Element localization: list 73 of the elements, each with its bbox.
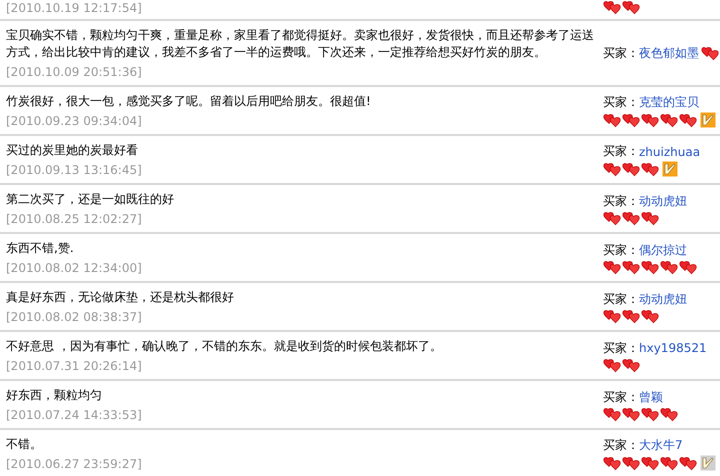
hearts-icon xyxy=(660,406,678,422)
hearts-icon xyxy=(641,260,659,274)
review-comment: 第二次买了，还是一如既往的好 xyxy=(6,191,175,208)
review-date: [2010.09.13 13:16:45] xyxy=(6,162,143,178)
buyer-label: 买家： xyxy=(603,143,639,160)
review-comment: 好东西，颗粒均匀 xyxy=(6,387,103,404)
hearts-icon xyxy=(641,162,659,176)
hearts-icon xyxy=(622,456,640,470)
hearts-icon xyxy=(641,456,659,470)
buyer-label: 买家： xyxy=(603,94,639,111)
hearts-icon xyxy=(622,308,640,324)
buyer-link[interactable]: 动动虎妞 xyxy=(639,290,687,308)
review-comment: 东西不错,赞. xyxy=(6,240,75,257)
hearts-icon xyxy=(603,406,621,422)
review-comment: 不错。 xyxy=(6,436,43,453)
hearts-icon xyxy=(622,0,640,15)
hearts-icon xyxy=(622,112,640,128)
buyer-label: 买家： xyxy=(603,340,639,356)
hearts-icon xyxy=(679,112,697,128)
review-date: [2010.10.19 12:17:54] xyxy=(6,0,143,16)
hearts-icon xyxy=(679,456,697,470)
hearts-icon xyxy=(660,456,678,470)
hearts-icon xyxy=(622,210,640,226)
hearts-icon xyxy=(603,308,621,324)
hearts-icon xyxy=(603,0,621,15)
rank-badge-icon xyxy=(662,161,678,177)
buyer-label: 买家： xyxy=(603,437,639,454)
buyer-link[interactable]: 克莹的宝贝 xyxy=(639,94,699,111)
hearts-icon xyxy=(603,260,621,274)
buyer-label: 买家： xyxy=(603,45,639,62)
buyer-label: 买家： xyxy=(603,290,639,308)
hearts-icon xyxy=(603,112,621,128)
buyer-link[interactable]: zhuizhuaa xyxy=(639,144,700,158)
review-date: [2010.08.02 12:34:00] xyxy=(6,260,143,276)
review-comment: 买过的炭里她的炭最好看 xyxy=(6,142,139,159)
review-date: [2010.08.02 08:38:37] xyxy=(6,309,143,325)
review-comment: 真是好东西，无论做床垫，还是枕头都很好 xyxy=(6,289,235,306)
rank-badge-icon xyxy=(700,455,716,471)
hearts-icon xyxy=(622,406,640,422)
hearts-icon xyxy=(622,162,640,176)
hearts-icon xyxy=(603,210,621,226)
review-comment: 不好意思 ，因为有事忙，确认晚了，不错的东东。就是收到货的时候包装都坏了。 xyxy=(6,338,443,355)
hearts-icon xyxy=(660,260,678,274)
hearts-icon xyxy=(603,162,621,176)
hearts-icon xyxy=(622,358,640,372)
buyer-link[interactable]: hxy198521 xyxy=(639,341,707,355)
buyer-link[interactable]: 动动虎妞 xyxy=(639,192,687,210)
review-comment: 竹炭很好，很大一包，感觉买多了呢。留着以后用吧给朋友。很超值! xyxy=(6,93,372,110)
buyer-link[interactable]: 偶尔掠过 xyxy=(639,242,687,258)
hearts-icon xyxy=(641,210,659,226)
review-date: [2010.10.09 20:51:36] xyxy=(6,64,143,80)
hearts-icon xyxy=(679,260,697,274)
review-date: [2010.07.31 20:26:14] xyxy=(6,358,143,374)
review-date: [2010.06.27 23:59:27] xyxy=(6,456,143,472)
buyer-link[interactable]: 夜色郁如墨 xyxy=(639,45,699,62)
hearts-icon xyxy=(603,358,621,372)
hearts-icon xyxy=(641,112,659,128)
hearts-icon xyxy=(701,46,719,61)
buyer-link[interactable]: 曾颖 xyxy=(639,388,663,406)
buyer-label: 买家： xyxy=(603,388,639,406)
hearts-icon xyxy=(622,260,640,274)
buyer-label: 买家： xyxy=(603,192,639,210)
buyer-link[interactable]: 大水牛7 xyxy=(639,437,683,454)
buyer-label: 买家： xyxy=(603,242,639,258)
hearts-icon xyxy=(641,406,659,422)
rank-badge-icon xyxy=(700,112,716,128)
hearts-icon xyxy=(660,112,678,128)
review-date: [2010.08.25 12:02:27] xyxy=(6,211,143,227)
review-date: [2010.07.24 14:33:53] xyxy=(6,407,143,423)
hearts-icon xyxy=(641,308,659,324)
review-comment: 宝贝确实不错，颗粒均匀干爽，重量足称，家里看了都觉得挺好。卖家也很好，发货很快，而且还帮参考了运送方式，给出比较中肯的建议，我差不多省了一半的运费哦。下次还来，一定推荐给想买好竹炭的朋友。 xyxy=(6,27,594,61)
review-date: [2010.09.23 09:34:04] xyxy=(6,113,143,129)
hearts-icon xyxy=(603,456,621,470)
